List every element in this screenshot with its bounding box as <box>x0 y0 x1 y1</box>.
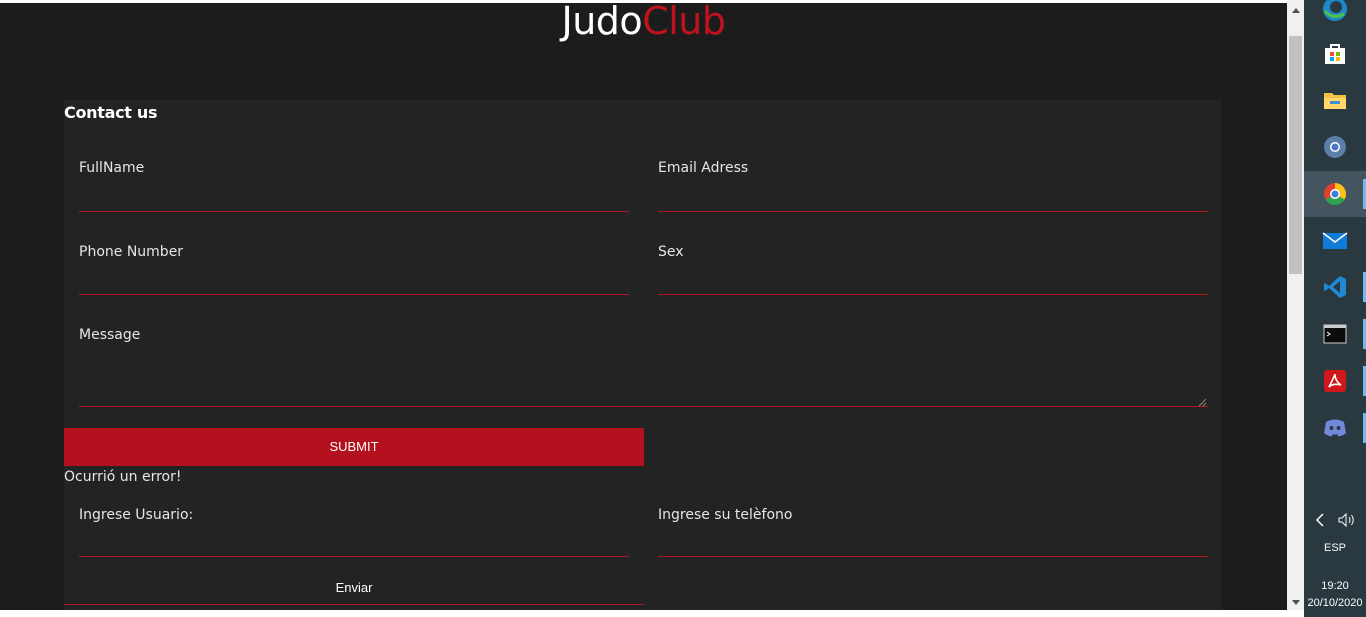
chevron-left-icon <box>1315 513 1324 527</box>
scroll-up-arrow-icon[interactable] <box>1287 2 1304 19</box>
taskbar-chrome-canary[interactable] <box>1304 124 1366 170</box>
taskbar-discord[interactable] <box>1304 405 1366 451</box>
acrobat-icon <box>1324 370 1346 392</box>
scrollbar-thumb[interactable] <box>1289 36 1302 274</box>
file-explorer-icon <box>1324 93 1346 109</box>
phone-label: Phone Number <box>79 244 184 260</box>
contact-form-card: Contact us FullName Email Adress Phone N… <box>64 100 1222 610</box>
user-input[interactable] <box>79 556 629 557</box>
window-bottom-edge <box>0 610 1304 617</box>
user-label: Ingrese Usuario: <box>79 507 194 523</box>
store-icon <box>1325 44 1345 64</box>
clock-date[interactable]: 20/10/2020 <box>1304 597 1366 609</box>
contact-title: Contact us <box>64 103 158 122</box>
taskbar-vscode[interactable] <box>1304 264 1366 310</box>
taskbar-edge[interactable] <box>1304 0 1366 32</box>
mail-icon <box>1322 232 1348 249</box>
chrome-canary-icon <box>1324 136 1346 158</box>
login-phone-label: Ingrese su telèfono <box>658 507 793 523</box>
fullname-label: FullName <box>79 160 145 176</box>
error-message: Ocurrió un error! <box>64 469 182 485</box>
sex-input[interactable] <box>658 294 1208 295</box>
logo-text-judo: Judo <box>561 3 643 43</box>
taskbar-mail[interactable] <box>1304 218 1366 264</box>
scroll-down-arrow-icon[interactable] <box>1287 594 1304 611</box>
logo-text-club: Club <box>642 3 726 43</box>
taskbar: ESP 19:20 20/10/2020 <box>1304 0 1366 617</box>
fullname-input[interactable] <box>79 211 629 212</box>
terminal-icon <box>1323 324 1347 344</box>
send-button[interactable]: Enviar <box>64 575 644 605</box>
phone-input[interactable] <box>79 294 629 295</box>
discord-icon <box>1324 419 1346 437</box>
edge-icon <box>1323 0 1347 21</box>
email-input[interactable] <box>658 211 1208 212</box>
taskbar-chrome[interactable] <box>1304 171 1366 217</box>
message-textarea[interactable] <box>79 406 1208 407</box>
taskbar-store[interactable] <box>1304 30 1366 76</box>
message-label: Message <box>79 327 141 343</box>
email-label: Email Adress <box>658 160 749 176</box>
taskbar-acrobat[interactable] <box>1304 358 1366 404</box>
vertical-scrollbar[interactable] <box>1287 0 1304 611</box>
vscode-icon <box>1324 276 1346 298</box>
sex-label: Sex <box>658 244 684 260</box>
submit-button[interactable]: SUBMIT <box>64 428 644 466</box>
chrome-icon <box>1324 183 1346 205</box>
web-page: JudoClub Contact us FullName Email Adres… <box>0 3 1287 610</box>
taskbar-file-explorer[interactable] <box>1304 77 1366 123</box>
clock-time[interactable]: 19:20 <box>1304 580 1366 592</box>
language-indicator[interactable]: ESP <box>1304 542 1366 554</box>
resize-handle-icon[interactable] <box>1198 398 1207 407</box>
speaker-icon <box>1338 513 1354 527</box>
show-hidden-icons-button[interactable] <box>1308 497 1332 543</box>
judo-club-logo[interactable]: JudoClub <box>0 3 1287 43</box>
volume-button[interactable] <box>1332 497 1362 543</box>
login-phone-input[interactable] <box>658 556 1208 557</box>
taskbar-terminal[interactable] <box>1304 311 1366 357</box>
